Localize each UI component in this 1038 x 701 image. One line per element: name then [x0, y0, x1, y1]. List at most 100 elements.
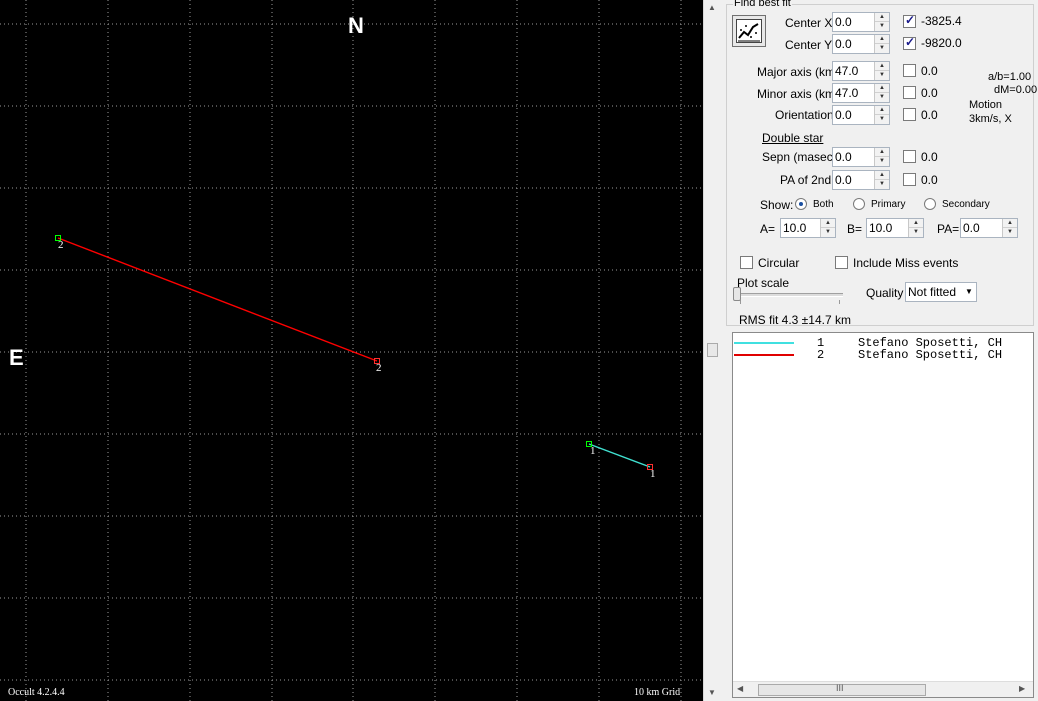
show-label: Show: [760, 198, 794, 212]
orientation-input[interactable]: 0.0 ▲ ▼ [832, 105, 890, 125]
spin-down-icon[interactable]: ▼ [875, 115, 889, 124]
show-both-radio[interactable] [795, 198, 807, 210]
minor-axis-input[interactable]: 47.0 ▲ ▼ [832, 83, 890, 103]
include-miss-label: Include Miss events [853, 256, 959, 270]
center-y-input[interactable]: 0.0 ▲ ▼ [832, 34, 890, 54]
spin-down-icon[interactable]: ▼ [1003, 228, 1017, 237]
quality-select[interactable]: Not fitted ▼ [905, 282, 977, 302]
find-fit-button[interactable] [732, 15, 766, 47]
motion-value: 3km/s, X [969, 113, 1012, 125]
plot-scale-slider-thumb[interactable] [733, 287, 741, 301]
minor-axis-label: Minor axis (km) [757, 87, 840, 101]
scroll-down-arrow-icon[interactable]: ▼ [708, 688, 716, 697]
occultation-plot[interactable]: 1 1 2 2 N E Occult 4.2.4.4 10 km Grid [0, 0, 703, 701]
pa2-label: PA of 2nd [780, 173, 832, 187]
sepn-result: 0.0 [921, 150, 938, 164]
circular-label: Circular [758, 256, 800, 270]
spin-up-icon[interactable]: ▲ [909, 219, 923, 228]
spin-up-icon[interactable]: ▲ [875, 35, 889, 44]
chord-1-start-label: 1 [590, 445, 596, 457]
major-axis-input[interactable]: 47.0 ▲ ▼ [832, 61, 890, 81]
chord-2-start-label: 2 [58, 239, 64, 251]
spin-down-icon[interactable]: ▼ [875, 180, 889, 189]
pa-input[interactable]: 0.0 ▲ ▼ [960, 218, 1018, 238]
motion-label: Motion [969, 99, 1003, 111]
list-item[interactable]: 2 Stefano Sposetti, CH [733, 348, 1033, 362]
north-label: N [348, 13, 364, 38]
spin-down-icon[interactable]: ▼ [875, 22, 889, 31]
delta-mag-label: dM=0.00 [994, 84, 1038, 96]
include-miss-checkbox[interactable] [835, 256, 848, 269]
observer-number: 2 [817, 348, 825, 362]
center-y-result: -9820.0 [921, 36, 962, 50]
b-input[interactable]: 10.0 ▲ ▼ [866, 218, 924, 238]
observer-line-swatch [734, 354, 794, 356]
plot-scale-ticks [740, 300, 840, 304]
axis-ratio-label: a/b=1.00 [988, 71, 1032, 83]
a-input[interactable]: 10.0 ▲ ▼ [780, 218, 836, 238]
sepn-checkbox[interactable] [903, 150, 916, 163]
scroll-grip: III [836, 683, 844, 693]
version-label: Occult 4.2.4.4 [8, 687, 65, 698]
scroll-right-arrow-icon[interactable]: ▶ [1019, 684, 1025, 693]
minor-axis-result: 0.0 [921, 86, 938, 100]
observer-line-swatch [734, 342, 794, 344]
sepn-label: Sepn (masec) [762, 150, 837, 164]
center-x-label: Center X [785, 16, 833, 30]
show-primary-radio[interactable] [853, 198, 865, 210]
sepn-input[interactable]: 0.0 ▲ ▼ [832, 147, 890, 167]
spin-up-icon[interactable]: ▲ [875, 106, 889, 115]
best-fit-chart-icon [736, 19, 762, 43]
b-label: B= [847, 222, 863, 236]
center-x-input[interactable]: 0.0 ▲ ▼ [832, 12, 890, 32]
plot-scale-track[interactable] [737, 293, 843, 297]
center-x-result: -3825.4 [921, 14, 962, 28]
spin-up-icon[interactable]: ▲ [875, 13, 889, 22]
plot-vertical-scrollbar[interactable]: ▲ ▼ [703, 0, 721, 701]
center-x-checkbox[interactable] [903, 13, 916, 28]
plot-scale-label: Plot scale [737, 276, 790, 290]
grid-scale-label: 10 km Grid [634, 687, 681, 698]
orientation-checkbox[interactable] [903, 108, 916, 121]
scroll-left-arrow-icon[interactable]: ◀ [737, 684, 743, 693]
show-secondary-radio[interactable] [924, 198, 936, 210]
spin-up-icon[interactable]: ▲ [875, 148, 889, 157]
scroll-thumb[interactable] [707, 343, 718, 357]
scroll-up-arrow-icon[interactable]: ▲ [708, 3, 716, 12]
show-primary-label: Primary [871, 199, 906, 210]
center-y-checkbox[interactable] [903, 35, 916, 50]
spin-up-icon[interactable]: ▲ [1003, 219, 1017, 228]
major-axis-label: Major axis (km) [757, 65, 840, 79]
chord-2-end-label: 2 [376, 362, 382, 374]
observer-list[interactable]: 1 Stefano Sposetti, CH 2 Stefano Sposett… [732, 332, 1034, 698]
chord-2-line [57, 237, 378, 362]
spin-up-icon[interactable]: ▲ [875, 62, 889, 71]
chord-1-line [588, 443, 651, 468]
minor-axis-checkbox[interactable] [903, 86, 916, 99]
spin-down-icon[interactable]: ▼ [875, 71, 889, 80]
spin-down-icon[interactable]: ▼ [875, 157, 889, 166]
spin-up-icon[interactable]: ▲ [875, 171, 889, 180]
rms-fit-label: RMS fit 4.3 ±14.7 km [739, 313, 851, 327]
pa2-input[interactable]: 0.0 ▲ ▼ [832, 170, 890, 190]
plot-canvas: 1 1 2 2 [0, 0, 703, 701]
list-scroll-thumb[interactable]: III [758, 683, 926, 696]
list-horizontal-scrollbar[interactable]: ◀ III ▶ [733, 681, 1033, 697]
pa2-checkbox[interactable] [903, 173, 916, 186]
orientation-label: Orientation [775, 108, 834, 122]
spin-up-icon[interactable]: ▲ [821, 219, 835, 228]
spin-up-icon[interactable]: ▲ [875, 84, 889, 93]
major-axis-checkbox[interactable] [903, 64, 916, 77]
east-label: E [9, 345, 24, 370]
pa2-result: 0.0 [921, 173, 938, 187]
spin-down-icon[interactable]: ▼ [821, 228, 835, 237]
major-axis-result: 0.0 [921, 64, 938, 78]
show-both-label: Both [813, 199, 834, 210]
circular-checkbox[interactable] [740, 256, 753, 269]
spin-down-icon[interactable]: ▼ [875, 93, 889, 102]
pa-label: PA= [937, 222, 960, 236]
center-y-label: Center Y [785, 38, 833, 52]
spin-down-icon[interactable]: ▼ [909, 228, 923, 237]
show-secondary-label: Secondary [942, 199, 990, 210]
spin-down-icon[interactable]: ▼ [875, 44, 889, 53]
